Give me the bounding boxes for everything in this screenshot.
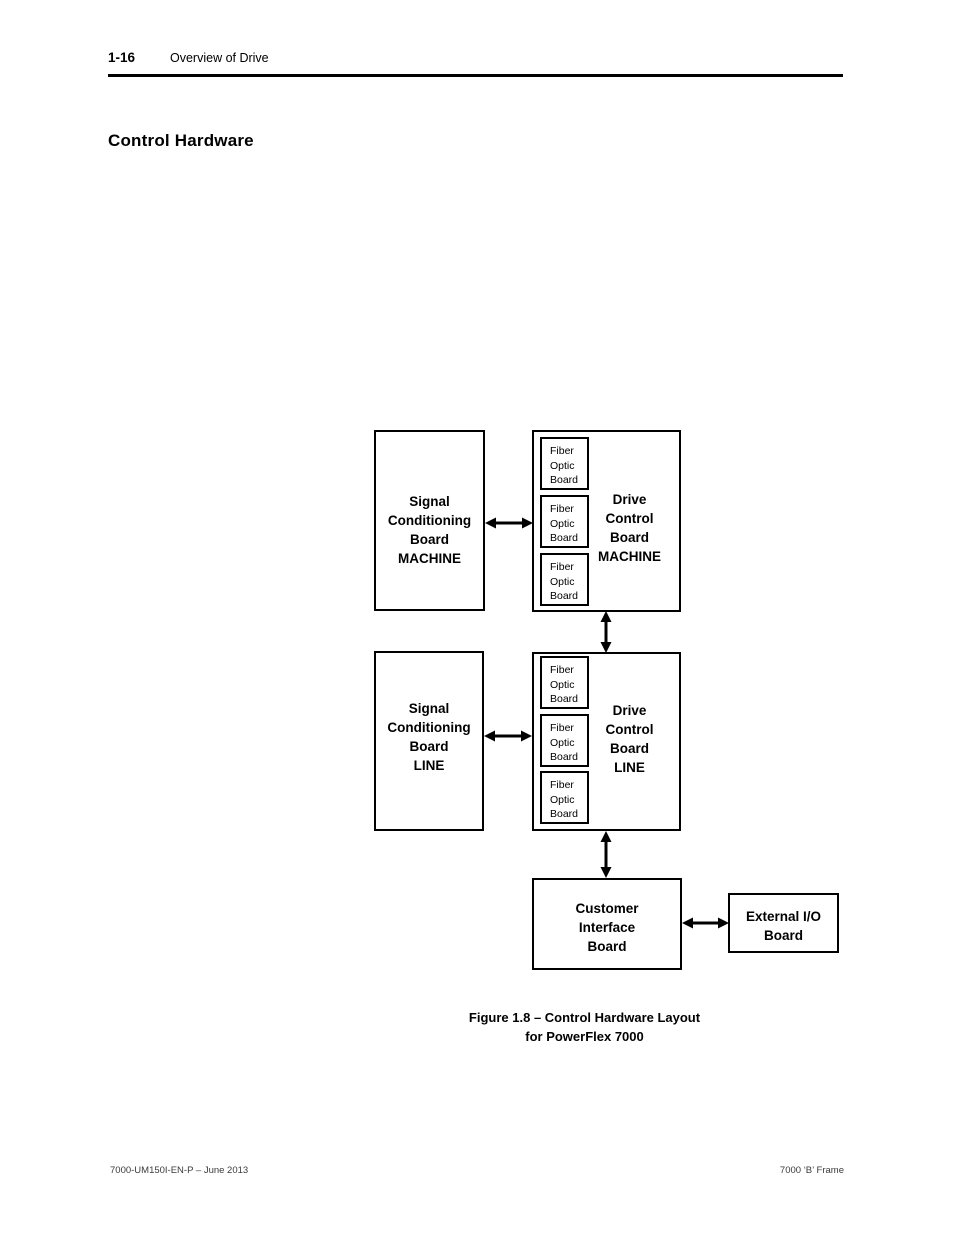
- control-hardware-diagram: Signal Conditioning Board MACHINE Drive …: [0, 0, 954, 1235]
- box-customer-interface-label: Customer Interface Board: [575, 901, 639, 954]
- fiber-optic-board-label: Fiber Optic Board: [550, 561, 579, 602]
- arrow-signal-to-drive-line: [484, 726, 532, 746]
- fiber-optic-board-label: Fiber Optic Board: [550, 779, 579, 820]
- box-signal-conditioning-line: Signal Conditioning Board LINE: [374, 651, 484, 831]
- fiber-optic-board-label: Fiber Optic Board: [550, 664, 579, 705]
- box-drive-control-line-label: Drive Control Board LINE: [605, 703, 654, 775]
- box-signal-conditioning-line-label: Signal Conditioning Board LINE: [387, 701, 471, 773]
- arrow-customer-interface-to-external-io: [682, 913, 729, 933]
- fiber-optic-board-label: Fiber Optic Board: [550, 445, 579, 486]
- fiber-optic-board-label: Fiber Optic Board: [550, 722, 579, 763]
- footer-document-code: 7000-UM150I-EN-P – June 2013: [110, 1165, 249, 1176]
- arrow-drive-line-to-customer-interface: [596, 831, 616, 878]
- fiber-optic-board-line-2: Fiber Optic Board: [540, 714, 589, 767]
- figure-caption-line-2: for PowerFlex 7000: [525, 1028, 644, 1044]
- fiber-optic-board-line-3: Fiber Optic Board: [540, 771, 589, 824]
- box-external-io-label: External I/O Board: [745, 909, 822, 943]
- figure-caption-line-1: Figure 1.8 – Control Hardware Layout: [468, 1010, 701, 1025]
- fiber-optic-board-machine-1: Fiber Optic Board: [540, 437, 589, 490]
- document-page: 1-16 Overview of Drive Control Hardware …: [0, 0, 954, 1235]
- box-signal-conditioning-machine-label: Signal Conditioning Board MACHINE: [387, 494, 472, 566]
- arrow-signal-to-drive-machine: [485, 513, 533, 533]
- box-signal-conditioning-machine: Signal Conditioning Board MACHINE: [374, 430, 485, 611]
- fiber-optic-board-machine-3: Fiber Optic Board: [540, 553, 589, 606]
- fiber-optic-board-machine-2: Fiber Optic Board: [540, 495, 589, 548]
- figure-caption: Figure 1.8 – Control Hardware Layout for…: [377, 1009, 792, 1046]
- fiber-optic-board-label: Fiber Optic Board: [550, 503, 579, 544]
- footer-frame-label: 7000 ‘B’ Frame: [779, 1165, 844, 1176]
- box-drive-control-machine-label: Drive Control Board MACHINE: [598, 492, 661, 564]
- arrow-drive-machine-to-drive-line: [596, 611, 616, 653]
- box-external-io: External I/O Board: [728, 893, 839, 953]
- fiber-optic-board-line-1: Fiber Optic Board: [540, 656, 589, 709]
- box-customer-interface: Customer Interface Board: [532, 878, 682, 970]
